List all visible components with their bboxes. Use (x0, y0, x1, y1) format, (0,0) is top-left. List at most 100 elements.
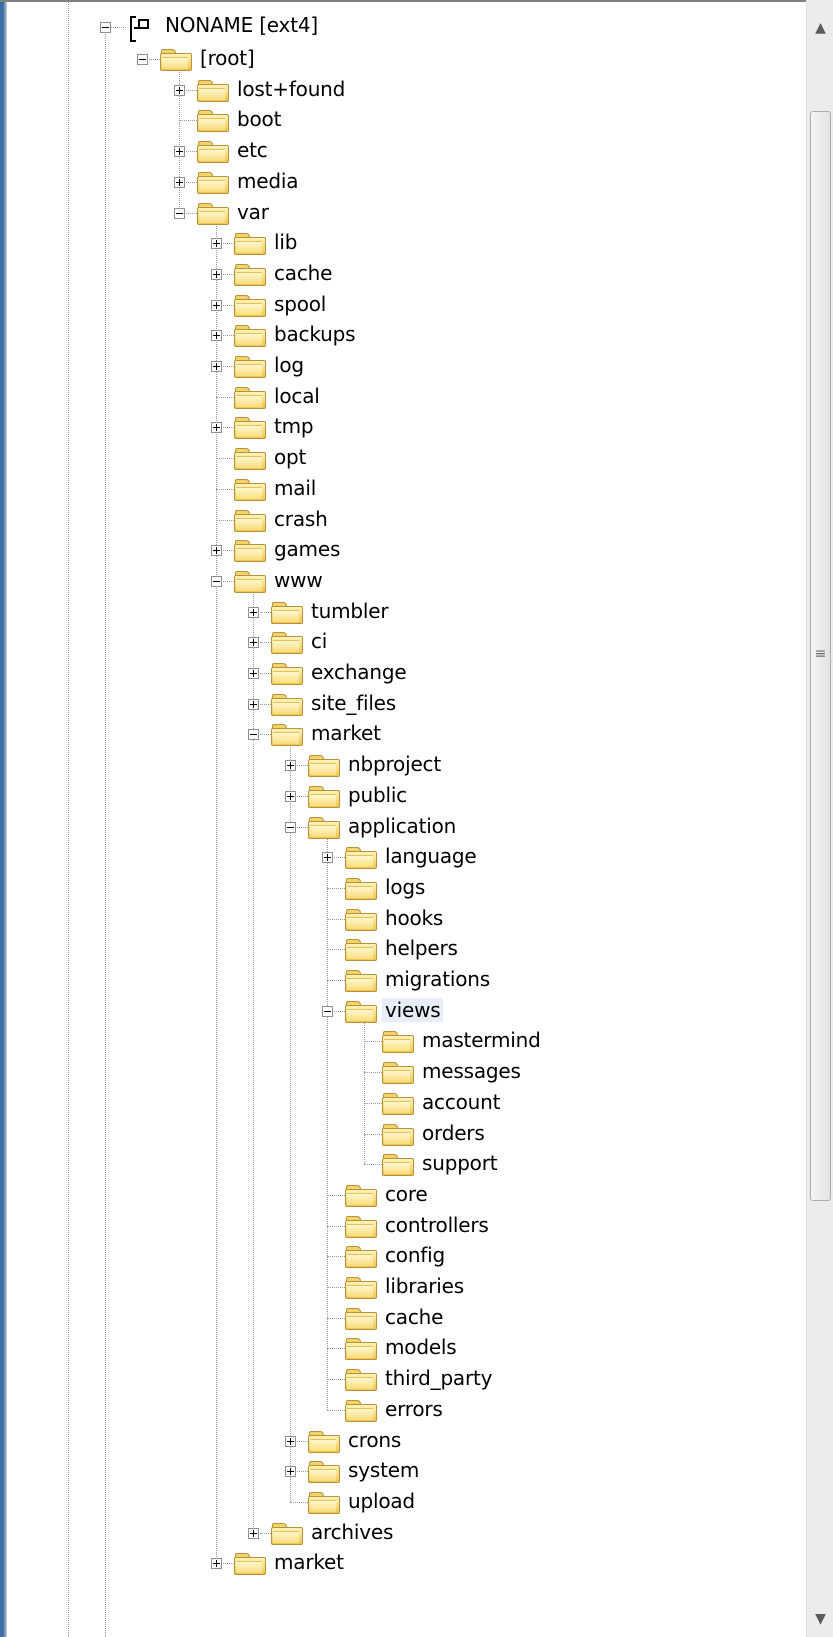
tree-item-helpers[interactable]: helpers (0, 934, 800, 964)
tree-item-third-party[interactable]: third_party (0, 1364, 800, 1394)
tree-item-tumbler[interactable]: tumbler (0, 597, 800, 627)
plus-box-icon[interactable] (285, 1435, 296, 1447)
tree-item-cache[interactable]: cache (0, 1303, 800, 1333)
plus-box-icon[interactable] (285, 1466, 296, 1478)
plus-box-icon[interactable] (248, 637, 259, 649)
tree-item-label: local (274, 383, 320, 408)
tree-connector-line (327, 1379, 345, 1381)
tree-item-system[interactable]: system (0, 1456, 800, 1486)
plus-box-icon[interactable] (211, 299, 222, 311)
tree-item-media[interactable]: media (0, 167, 800, 197)
plus-box-icon[interactable] (211, 330, 222, 342)
tree-item-boot[interactable]: boot (0, 105, 800, 135)
tree-item-cache[interactable]: cache (0, 259, 800, 289)
minus-box-icon[interactable] (174, 207, 185, 219)
plus-box-icon[interactable] (211, 268, 222, 280)
tree-connector-line (364, 1041, 382, 1043)
tree-item-local[interactable]: local (0, 382, 800, 412)
plus-box-icon[interactable] (248, 698, 259, 710)
tree-item-tmp[interactable]: tmp (0, 412, 800, 442)
tree-item-orders[interactable]: orders (0, 1119, 800, 1149)
tree-item-mastermind[interactable]: mastermind (0, 1026, 800, 1056)
minus-box-icon[interactable] (322, 1005, 333, 1017)
plus-box-icon[interactable] (248, 606, 259, 618)
tree-item-site-files[interactable]: site_files (0, 689, 800, 719)
vertical-scrollbar[interactable]: ▲ ≡ ▼ (806, 0, 833, 1637)
plus-box-icon[interactable] (211, 361, 222, 372)
minus-box-icon[interactable] (137, 54, 148, 65)
tree-item-mail[interactable]: mail (0, 474, 800, 504)
plus-box-icon[interactable] (248, 1527, 259, 1539)
tree-item-language[interactable]: language (0, 842, 800, 872)
tree-item-messages[interactable]: messages (0, 1057, 800, 1087)
tree-item-log[interactable]: log (0, 351, 800, 381)
tree-item-migrations[interactable]: migrations (0, 965, 800, 995)
tree-item-nbproject[interactable]: nbproject (0, 750, 800, 780)
tree-item-www[interactable]: www (0, 566, 800, 596)
tree-item-errors[interactable]: errors (0, 1395, 800, 1425)
folder-icon (160, 48, 192, 71)
tree-item-controllers[interactable]: controllers (0, 1211, 800, 1241)
plus-box-icon[interactable] (174, 176, 185, 188)
plus-box-icon[interactable] (285, 760, 296, 772)
tree-item-backups[interactable]: backups (0, 320, 800, 350)
tree-item-spool[interactable]: spool (0, 290, 800, 320)
tree-item-support[interactable]: support (0, 1149, 800, 1179)
tree-item-root[interactable]: [root] (0, 44, 800, 74)
plus-box-icon[interactable] (211, 545, 222, 557)
plus-box-icon[interactable] (174, 146, 185, 158)
tree-item-hooks[interactable]: hooks (0, 904, 800, 934)
collapse-icon[interactable] (100, 22, 111, 33)
tree-item-label: tumbler (311, 598, 389, 623)
folder-icon (308, 1491, 340, 1514)
plus-box-icon[interactable] (211, 1558, 222, 1570)
tree-item-archives[interactable]: archives (0, 1518, 800, 1548)
tree-item-label: application (348, 813, 457, 838)
tree-item-ci[interactable]: ci (0, 627, 800, 657)
folder-tree[interactable]: NONAME [ext4] [root] lost+found boot etc med… (0, 0, 806, 1637)
tree-item-views[interactable]: views (0, 996, 800, 1026)
tree-item-exchange[interactable]: exchange (0, 658, 800, 688)
tree-item-label: lib (274, 230, 298, 255)
tree-item-opt[interactable]: opt (0, 443, 800, 473)
tree-item-market[interactable]: market (0, 1548, 800, 1578)
folder-icon (345, 1215, 377, 1238)
tree-item-lost-found[interactable]: lost+found (0, 75, 800, 105)
tree-item-etc[interactable]: etc (0, 136, 800, 166)
tree-connector-line (327, 1317, 345, 1319)
tree-item-libraries[interactable]: libraries (0, 1272, 800, 1302)
tree-item-lib[interactable]: lib (0, 228, 800, 258)
tree-item-application[interactable]: application (0, 812, 800, 842)
scroll-up-arrow-icon[interactable]: ▲ (807, 14, 833, 42)
tree-item-account[interactable]: account (0, 1088, 800, 1118)
tree-item-crash[interactable]: crash (0, 505, 800, 535)
scroll-thumb[interactable]: ≡ (810, 111, 831, 1201)
folder-icon (308, 1460, 340, 1484)
tree-item-logs[interactable]: logs (0, 873, 800, 903)
minus-box-icon[interactable] (248, 729, 259, 741)
tree-item-models[interactable]: models (0, 1333, 800, 1363)
plus-box-icon[interactable] (248, 668, 259, 679)
plus-box-icon[interactable] (285, 790, 296, 802)
tree-item-config[interactable]: config (0, 1241, 800, 1271)
tree-item-games[interactable]: games (0, 535, 800, 565)
folder-icon (234, 294, 266, 317)
tree-item-market[interactable]: market (0, 719, 800, 749)
tree-item-core[interactable]: core (0, 1180, 800, 1210)
plus-box-icon[interactable] (174, 84, 185, 96)
tree-item-upload[interactable]: upload (0, 1487, 800, 1517)
plus-box-icon[interactable] (211, 422, 222, 434)
plus-box-icon[interactable] (322, 852, 333, 864)
tree-item-label: views (382, 997, 444, 1022)
tree-item-label: ci (311, 629, 328, 654)
folder-icon (308, 785, 340, 808)
tree-item-label: hooks (385, 905, 444, 930)
minus-box-icon[interactable] (285, 821, 296, 833)
tree-item-var[interactable]: var (0, 198, 800, 228)
minus-box-icon[interactable] (211, 575, 222, 587)
tree-item-label: spool (274, 291, 327, 316)
tree-item-public[interactable]: public (0, 781, 800, 811)
scroll-down-arrow-icon[interactable]: ▼ (807, 1605, 833, 1633)
tree-item-crons[interactable]: crons (0, 1426, 800, 1456)
plus-box-icon[interactable] (211, 238, 222, 250)
